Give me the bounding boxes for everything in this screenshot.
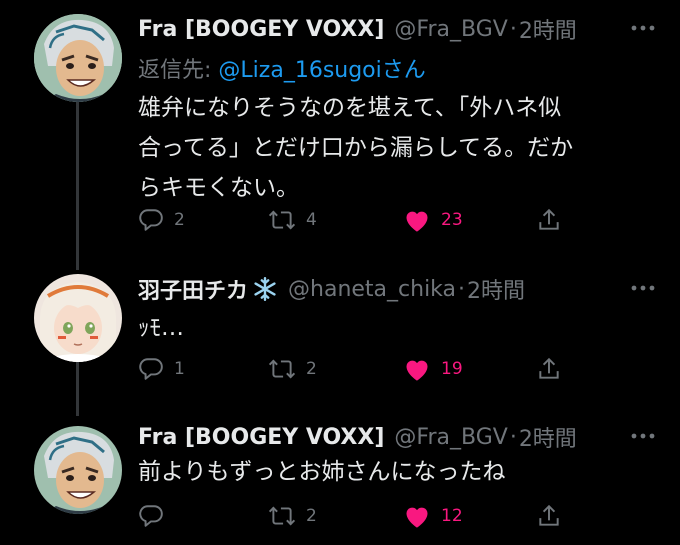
retweet-count: 2 (306, 506, 317, 526)
user-handle[interactable]: @Fra_BGV (394, 425, 507, 450)
retweet-icon (268, 207, 296, 233)
snowflake-icon (252, 276, 278, 302)
like-button[interactable]: 23 (403, 203, 463, 237)
avatar-fra[interactable] (34, 426, 122, 514)
display-name[interactable]: 羽子田チカ (138, 273, 248, 305)
tweet-fra-2[interactable]: Fra [BOOGEY VOXX] @Fra_BGV · 2時間 前よりもずっと… (0, 412, 680, 545)
more-icon[interactable] (628, 426, 658, 446)
retweet-icon (268, 356, 296, 382)
display-name[interactable]: Fra [BOOGEY VOXX] (138, 425, 384, 450)
reply-icon (138, 207, 164, 233)
reply-icon (138, 503, 164, 529)
separator: · (458, 276, 466, 302)
reply-mention-link[interactable]: @Liza_16sugoi (218, 58, 381, 83)
reply-mention-suffix: さん (381, 58, 426, 83)
reply-button[interactable]: 1 (138, 352, 185, 386)
user-handle[interactable]: @haneta_chika (288, 277, 456, 302)
like-count: 23 (441, 210, 463, 230)
separator: · (509, 424, 517, 450)
like-button[interactable]: 12 (403, 499, 463, 533)
reply-count: 2 (174, 210, 185, 230)
like-icon (403, 207, 431, 233)
retweet-icon (268, 503, 296, 529)
tweet-header: Fra [BOOGEY VOXX] @Fra_BGV · 2時間 (138, 12, 660, 46)
avatar-haneta[interactable] (34, 274, 122, 362)
share-icon (536, 207, 562, 233)
thread-line (76, 358, 79, 416)
avatar-fra[interactable] (34, 14, 122, 102)
reply-button[interactable]: 2 (138, 203, 185, 237)
share-button[interactable] (536, 499, 562, 533)
like-icon (403, 503, 431, 529)
reply-button[interactable] (138, 499, 174, 533)
like-button[interactable]: 19 (403, 352, 463, 386)
reply-to-line: 返信先: @Liza_16sugoiさん (138, 52, 426, 84)
share-button[interactable] (536, 203, 562, 237)
retweet-button[interactable]: 4 (268, 203, 317, 237)
like-icon (403, 356, 431, 382)
timestamp[interactable]: 2時間 (467, 273, 525, 305)
share-button[interactable] (536, 352, 562, 386)
user-handle[interactable]: @Fra_BGV (394, 17, 507, 42)
action-bar: 1 2 19 (138, 352, 568, 386)
like-count: 12 (441, 506, 463, 526)
tweet-fra-1[interactable]: Fra [BOOGEY VOXX] @Fra_BGV · 2時間 返信先: @L… (0, 0, 680, 270)
reply-icon (138, 356, 164, 382)
retweet-button[interactable]: 2 (268, 499, 317, 533)
timestamp[interactable]: 2時間 (519, 13, 577, 45)
tweet-text: 雄弁になりそうなのを堪えて、「外ハネ似 合ってる」とだけ口から漏らしてる。だか … (138, 95, 574, 201)
tweet-text: 前よりもずっとお姉さんになったね (138, 459, 506, 485)
tweet-header: 羽子田チカ @haneta_chika · 2時間 (138, 272, 660, 306)
action-bar: 2 12 (138, 499, 568, 533)
action-bar: 2 4 23 (138, 203, 568, 237)
tweet-header: Fra [BOOGEY VOXX] @Fra_BGV · 2時間 (138, 420, 660, 454)
tweet-text: ｯﾓ… (138, 315, 184, 341)
retweet-button[interactable]: 2 (268, 352, 317, 386)
more-icon[interactable] (628, 278, 658, 298)
reply-count: 1 (174, 359, 185, 379)
like-count: 19 (441, 359, 463, 379)
timestamp[interactable]: 2時間 (519, 421, 577, 453)
retweet-count: 4 (306, 210, 317, 230)
retweet-count: 2 (306, 359, 317, 379)
more-icon[interactable] (628, 18, 658, 38)
separator: · (509, 16, 517, 42)
reply-to-label: 返信先: (138, 58, 212, 83)
share-icon (536, 503, 562, 529)
display-name[interactable]: Fra [BOOGEY VOXX] (138, 17, 384, 42)
share-icon (536, 356, 562, 382)
tweet-haneta[interactable]: 羽子田チカ @haneta_chika · 2時間 ｯﾓ… 1 2 19 (0, 258, 680, 416)
thread-line (76, 100, 79, 270)
